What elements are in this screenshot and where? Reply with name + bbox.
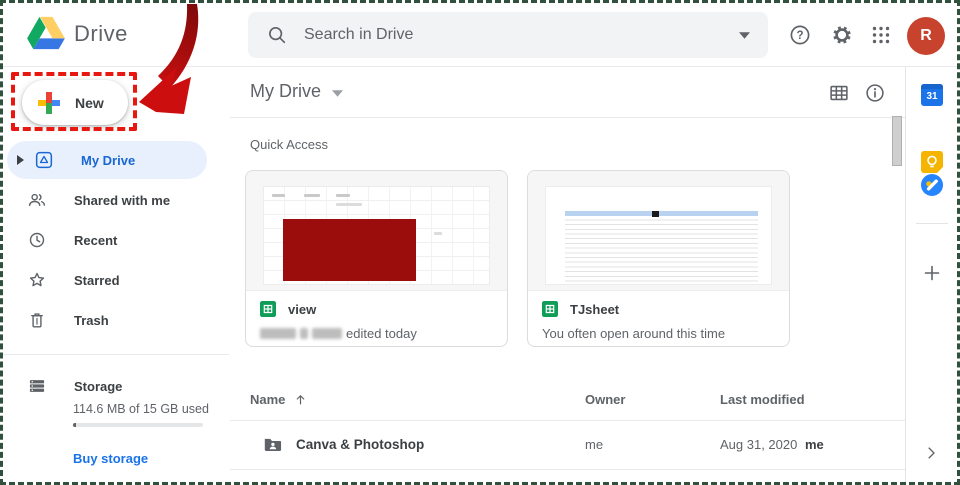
storage-usage-text: 114.6 MB of 15 GB used (73, 402, 209, 416)
calendar-icon[interactable]: 31 (921, 84, 943, 106)
table-row-divider (230, 469, 905, 470)
sidebar-item-storage[interactable]: Storage (0, 367, 228, 405)
app-title: Drive (74, 21, 128, 47)
card-title: TJsheet (570, 302, 619, 317)
settings-gear-icon[interactable] (830, 23, 854, 47)
info-icon[interactable] (864, 82, 886, 104)
column-header-owner[interactable]: Owner (585, 392, 625, 407)
star-icon (27, 270, 47, 290)
card-subtitle: edited today (260, 326, 493, 341)
quick-access-card-view[interactable]: view edited today (245, 170, 508, 347)
help-icon[interactable]: ? (788, 23, 812, 47)
search-input[interactable] (302, 25, 739, 45)
avatar-initial: R (920, 27, 932, 45)
card-title: view (288, 302, 316, 317)
buy-storage-link[interactable]: Buy storage (73, 451, 148, 466)
quick-access-label: Quick Access (250, 137, 328, 152)
expand-panel-chevron-icon[interactable] (922, 444, 940, 462)
calendar-day: 31 (921, 89, 943, 105)
storage-progress-fill (73, 423, 76, 427)
chevron-down-icon (332, 90, 343, 97)
drive-logo-icon[interactable] (26, 15, 66, 51)
right-panel-divider (905, 67, 906, 482)
search-icon (266, 24, 288, 46)
redaction-overlay (283, 219, 416, 281)
redacted-text (260, 328, 296, 339)
people-icon (27, 190, 47, 210)
sidebar-item-shared-with-me[interactable]: Shared with me (0, 181, 228, 219)
tasks-icon[interactable] (921, 174, 943, 196)
sort-ascending-icon[interactable] (293, 392, 308, 407)
right-panel-section-divider (916, 223, 948, 224)
column-header-last-modified[interactable]: Last modified (720, 392, 805, 407)
sidebar-item-recent[interactable]: Recent (0, 221, 228, 259)
storage-progress-bar (73, 423, 203, 427)
sidebar-item-my-drive[interactable]: My Drive (7, 141, 207, 179)
clock-icon (27, 230, 47, 250)
page-title: My Drive (250, 81, 321, 102)
sheets-icon (542, 301, 558, 317)
sheets-icon (260, 301, 276, 317)
grid-view-icon[interactable] (828, 82, 850, 104)
scrollbar-thumb[interactable] (892, 116, 902, 166)
apps-grid-icon[interactable] (869, 23, 893, 47)
keep-icon[interactable] (921, 151, 943, 173)
redacted-text (300, 328, 308, 339)
sidebar-divider (0, 354, 229, 355)
column-header-name[interactable]: Name (250, 392, 308, 407)
shared-folder-icon (262, 434, 283, 455)
file-last-modified: Aug 31, 2020 me (720, 437, 824, 452)
search-bar[interactable] (248, 12, 768, 58)
drive-icon (34, 150, 54, 170)
quick-access-card-tjsheet[interactable]: TJsheet You often open around this time (527, 170, 790, 347)
add-panel-app-icon[interactable] (922, 263, 942, 283)
expand-caret-icon[interactable] (17, 155, 24, 165)
header-divider (3, 66, 957, 67)
annotation-arrow (136, 2, 228, 127)
content-header-divider (230, 117, 905, 118)
google-drive-window: Drive ? R (0, 0, 960, 485)
file-owner: me (585, 437, 603, 452)
card-thumbnail-spreadsheet-table (528, 171, 789, 291)
card-subtitle: You often open around this time (542, 326, 775, 341)
storage-icon (27, 376, 47, 396)
new-button[interactable]: New (22, 80, 128, 125)
file-name: Canva & Photoshop (296, 437, 424, 452)
sidebar-item-trash[interactable]: Trash (0, 301, 228, 339)
trash-icon (27, 310, 47, 330)
google-plus-icon (37, 91, 61, 115)
modified-by: me (805, 437, 824, 452)
svg-text:?: ? (796, 30, 803, 42)
sidebar-item-starred[interactable]: Starred (0, 261, 228, 299)
account-avatar[interactable]: R (907, 17, 945, 55)
breadcrumb-my-drive[interactable]: My Drive (250, 81, 343, 102)
redacted-text (312, 328, 342, 339)
new-button-label: New (75, 95, 104, 111)
search-options-caret-icon[interactable] (739, 32, 750, 39)
card-thumbnail-spreadsheet-redacted (246, 171, 507, 291)
